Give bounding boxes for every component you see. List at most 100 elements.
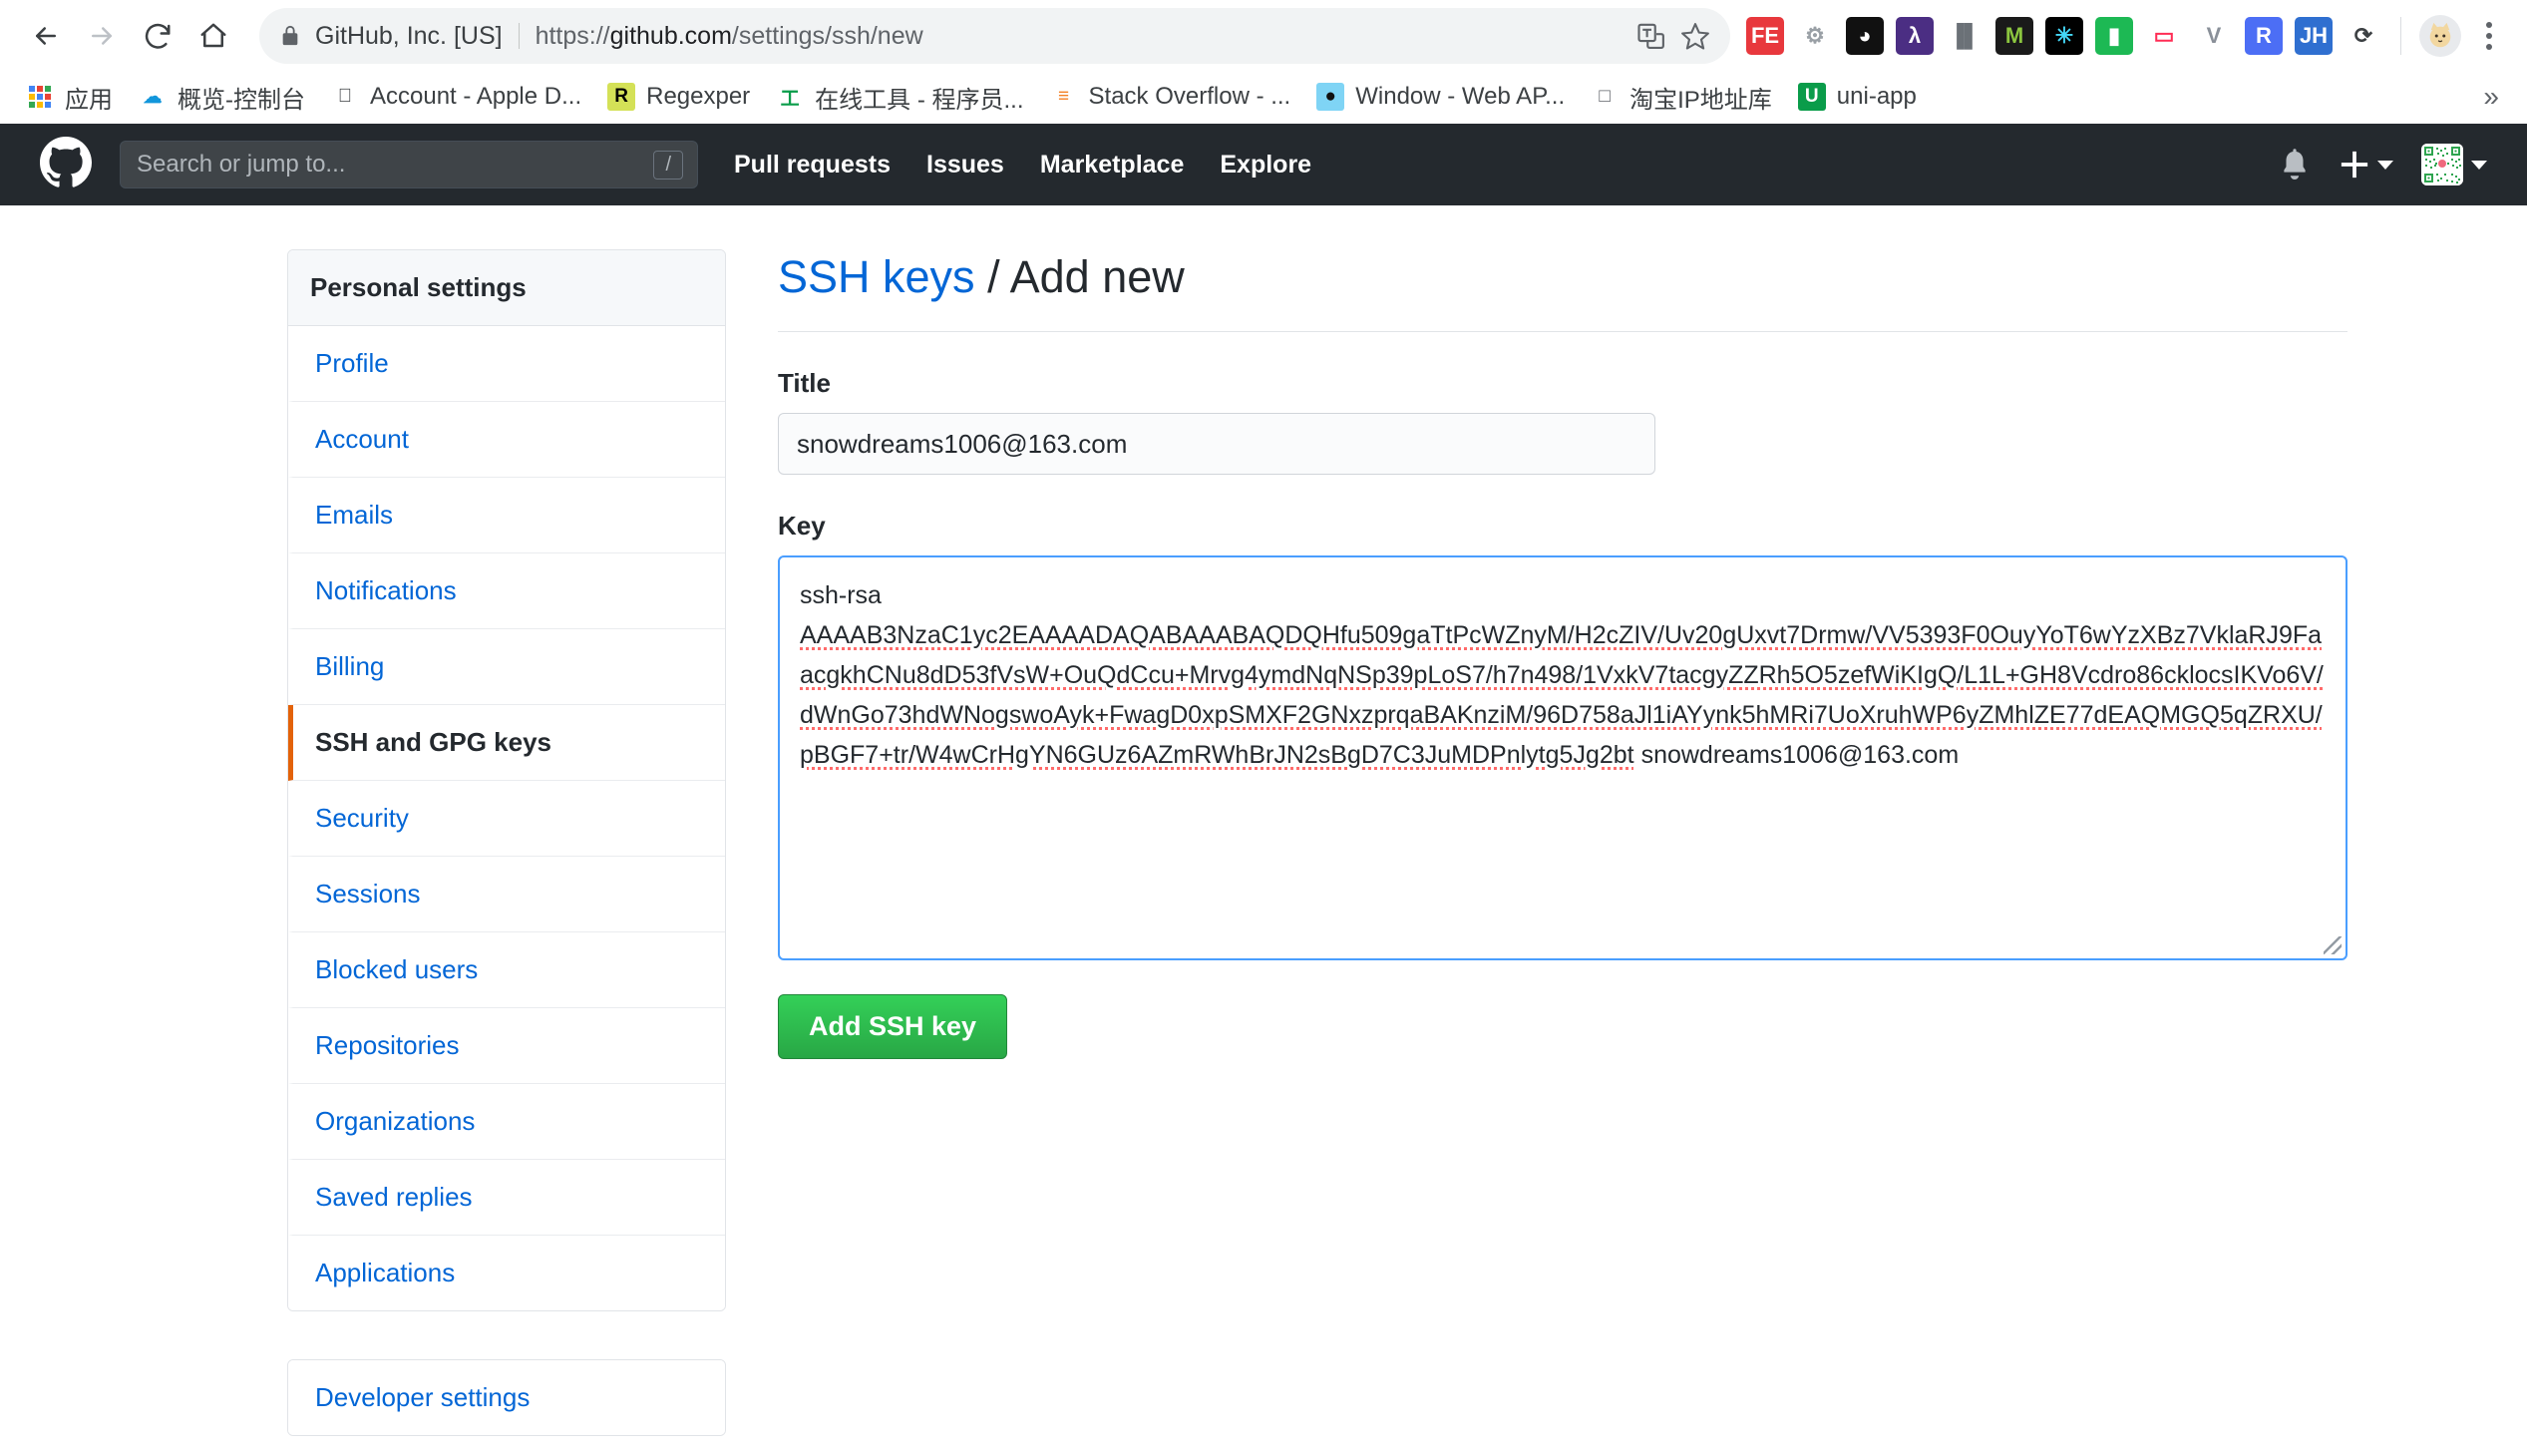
back-button[interactable] bbox=[18, 8, 74, 64]
translate-icon bbox=[1637, 23, 1664, 49]
qr-avatar-icon bbox=[2421, 144, 2463, 185]
star-icon bbox=[1681, 23, 1709, 50]
stackoverflow-icon: ≡ bbox=[1057, 86, 1070, 107]
bookmark-item[interactable]: 工在线工具 - 程序员... bbox=[764, 76, 1035, 118]
key-comment-text: snowdreams1006@163.com bbox=[1640, 741, 1960, 769]
bookmark-item[interactable]: ≡ Stack Overflow - ... bbox=[1038, 76, 1303, 118]
url-scheme: https:// bbox=[535, 21, 610, 50]
bookmark-label: 概览-控制台 bbox=[178, 86, 305, 114]
nav-link-explore[interactable]: Explore bbox=[1220, 151, 1311, 180]
apps-grid-icon bbox=[26, 83, 54, 111]
settings-gear-extension[interactable]: ⚙ bbox=[1796, 17, 1834, 55]
dashlane-extension[interactable]: ◕ bbox=[1846, 17, 1884, 55]
aliyun-icon: ☁ bbox=[143, 86, 163, 108]
key-body-text: AAAAB3NzaC1yc2EAAAADAQABAAABAQDQHfu509ga… bbox=[800, 621, 2324, 769]
battery-extension[interactable]: ▮ bbox=[2095, 17, 2133, 55]
profile-menu-button[interactable] bbox=[2421, 144, 2487, 185]
bookmark-label: Account - Apple D... bbox=[370, 83, 582, 110]
bookmark-item[interactable]: 应用 bbox=[14, 76, 125, 118]
forward-arrow-icon bbox=[92, 27, 112, 45]
page-title-current: Add new bbox=[1009, 251, 1185, 302]
search-input[interactable] bbox=[135, 150, 654, 180]
sparkle-extension[interactable]: ✳ bbox=[2045, 17, 2083, 55]
reload-button[interactable] bbox=[130, 8, 185, 64]
breadcrumb-separator: / bbox=[987, 251, 1000, 302]
bookmark-label: 淘宝IP地址库 bbox=[1629, 86, 1772, 114]
personal-settings-card: Personal settings Profile Account Emails No… bbox=[287, 249, 726, 1311]
sidebar-item-applications[interactable]: Applications bbox=[288, 1236, 725, 1310]
create-new-button[interactable] bbox=[2340, 150, 2393, 180]
recorder-extension[interactable]: ▭ bbox=[2145, 17, 2183, 55]
ssh-keys-breadcrumb-link[interactable]: SSH keys bbox=[778, 251, 975, 302]
plus-icon bbox=[2341, 151, 2368, 179]
sidebar-item-saved-replies[interactable]: Saved replies bbox=[288, 1160, 725, 1236]
toolbar-divider bbox=[2400, 17, 2401, 55]
bookmarks-overflow-button[interactable]: » bbox=[2483, 81, 2513, 113]
regexper-icon: R bbox=[607, 83, 636, 111]
title-field-label: Title bbox=[778, 368, 831, 398]
cat-avatar-icon bbox=[2429, 22, 2451, 48]
sidebar-item-organizations[interactable]: Organizations bbox=[288, 1084, 725, 1160]
refresh-extension[interactable]: ⟳ bbox=[2345, 17, 2382, 55]
sidebar-item-billing[interactable]: Billing bbox=[288, 629, 725, 705]
avatar bbox=[2421, 144, 2463, 185]
key-field-label: Key bbox=[778, 511, 826, 541]
sidebar-item-profile[interactable]: Profile bbox=[288, 326, 725, 402]
nav-link-marketplace[interactable]: Marketplace bbox=[1040, 151, 1185, 180]
github-logo-icon[interactable] bbox=[40, 136, 92, 193]
address-bar[interactable]: GitHub, Inc. [US] https://github.com/set… bbox=[259, 8, 1730, 64]
sidebar-item-notifications[interactable]: Notifications bbox=[288, 553, 725, 629]
sidebar-item-account[interactable]: Account bbox=[288, 402, 725, 478]
sidebar-heading: Personal settings bbox=[288, 250, 725, 326]
vue-devtools-extension[interactable]: V bbox=[2195, 17, 2233, 55]
translate-button[interactable] bbox=[1636, 21, 1666, 51]
sidebar-item-ssh-and-gpg-keys[interactable]: SSH and GPG keys bbox=[288, 705, 725, 781]
chevron-down-icon bbox=[2377, 160, 2393, 170]
sidebar-item-sessions[interactable]: Sessions bbox=[288, 857, 725, 932]
key-textarea[interactable]: ssh-rsa AAAAB3NzaC1yc2EAAAADAQABAAABAQDQ… bbox=[778, 555, 2347, 960]
key-prefix-text: ssh-rsa bbox=[800, 581, 882, 609]
chrome-profile-avatar[interactable] bbox=[2419, 15, 2461, 57]
bookmark-item[interactable]: ● Window - Web AP... bbox=[1304, 76, 1577, 118]
bookmark-label: 应用 bbox=[65, 86, 113, 114]
home-button[interactable] bbox=[185, 8, 241, 64]
notifications-button[interactable] bbox=[2278, 146, 2312, 184]
title-input[interactable] bbox=[778, 413, 1655, 475]
chrome-menu-button[interactable] bbox=[2469, 14, 2509, 58]
bookmark-item[interactable]: ☁ 概览-控制台 bbox=[127, 76, 317, 118]
bookmark-item[interactable]: □ 淘宝IP地址库 bbox=[1579, 76, 1784, 118]
bookmark-item[interactable]:  Account - Apple D... bbox=[319, 76, 593, 118]
bell-icon bbox=[2284, 148, 2306, 180]
nav-link-issues[interactable]: Issues bbox=[926, 151, 1004, 180]
sidebar-item-developer-settings[interactable]: Developer settings bbox=[288, 1360, 725, 1435]
site-identity-label: GitHub, Inc. [US] bbox=[315, 21, 503, 50]
wappalyzer-extension[interactable]: λ bbox=[1896, 17, 1934, 55]
add-ssh-key-button[interactable]: Add SSH key bbox=[778, 994, 1008, 1059]
json-handle-extension[interactable]: JH bbox=[2295, 17, 2333, 55]
mdn-icon: ● bbox=[1316, 83, 1345, 111]
sidebar-item-security[interactable]: Security bbox=[288, 781, 725, 857]
bookmark-item[interactable]: R Regexper bbox=[595, 76, 762, 118]
bookmark-star-button[interactable] bbox=[1680, 21, 1710, 51]
developer-settings-card: Developer settings bbox=[287, 1359, 726, 1436]
columns-extension[interactable]: ▐▌ bbox=[1946, 17, 1984, 55]
url-host: github.com bbox=[609, 21, 732, 50]
settings-sidebar: Personal settings Profile Account Emails No… bbox=[287, 249, 726, 1456]
momentum-extension[interactable]: M bbox=[1995, 17, 2033, 55]
page-title: SSH keys / Add new bbox=[778, 251, 2347, 332]
sidebar-item-emails[interactable]: Emails bbox=[288, 478, 725, 553]
github-search-box[interactable]: / bbox=[120, 141, 698, 188]
textarea-resize-handle[interactable] bbox=[2324, 936, 2342, 954]
slash-shortcut-badge: / bbox=[653, 150, 683, 180]
bookmarks-bar: 应用 ☁ 概览-控制台  Account - Apple D... R Regexper 工… bbox=[0, 72, 2527, 122]
bookmark-item[interactable]: Uuni-app bbox=[1786, 76, 1929, 118]
r-extension[interactable]: R bbox=[2245, 17, 2283, 55]
sidebar-item-list: Profile Account Emails Notifications Billing… bbox=[288, 326, 725, 1310]
sidebar-item-blocked-users[interactable]: Blocked users bbox=[288, 932, 725, 1008]
main-content: SSH keys / Add new Title Key ssh-rsa AAA… bbox=[778, 249, 2347, 1456]
sidebar-item-repositories[interactable]: Repositories bbox=[288, 1008, 725, 1084]
feedly-extension[interactable]: FE bbox=[1746, 17, 1784, 55]
forward-button[interactable] bbox=[74, 8, 130, 64]
omnibox-separator bbox=[518, 23, 520, 49]
nav-link-pull-requests[interactable]: Pull requests bbox=[734, 151, 891, 180]
